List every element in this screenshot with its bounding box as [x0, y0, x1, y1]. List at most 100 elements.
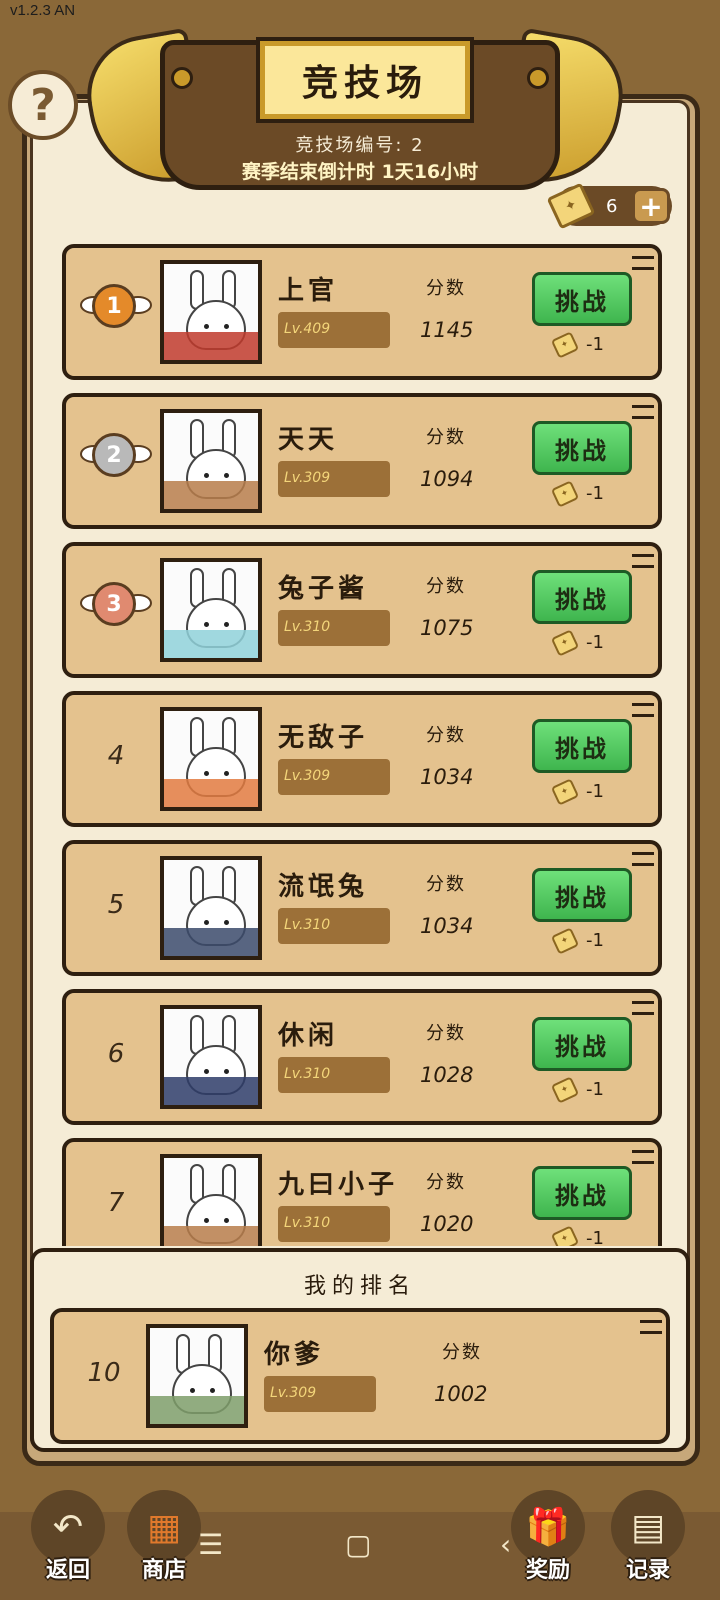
- score-label: 分数: [426, 874, 466, 895]
- ranking-card: 7 九曰小子 Lv.310 分数 1020 挑战 ✦ -1: [62, 1138, 662, 1246]
- player-avatar[interactable]: [160, 856, 262, 960]
- ranking-list[interactable]: 1 上官 Lv.409 分数 1145 挑战 ✦ -1 2 天天 Lv.309 …: [0, 236, 720, 1246]
- challenge-button[interactable]: 挑战: [532, 868, 632, 922]
- player-level: Lv.310: [278, 610, 390, 646]
- back-label: 返回: [45, 1558, 90, 1583]
- player-avatar[interactable]: [160, 409, 262, 513]
- cost-value: -1: [586, 483, 604, 504]
- avatar-costume: [164, 1077, 258, 1105]
- bunny-eye-icon: [204, 622, 209, 627]
- challenge-cost: ✦ -1: [550, 1075, 604, 1104]
- ranking-card: 1 上官 Lv.409 分数 1145 挑战 ✦ -1: [62, 244, 662, 380]
- arena-number: 竞技场编号: 2: [295, 135, 425, 156]
- add-ticket-button[interactable]: +: [632, 188, 670, 224]
- bunny-eye-icon: [204, 324, 209, 329]
- bunny-eye-icon: [190, 1388, 195, 1393]
- page-title: 竞技场: [256, 37, 474, 123]
- system-home-icon[interactable]: ▢: [345, 1528, 371, 1561]
- help-button[interactable]: ?: [8, 70, 78, 140]
- card-fold-decoration: [640, 1320, 662, 1334]
- challenge-button[interactable]: 挑战: [532, 1166, 632, 1220]
- my-avatar: [146, 1324, 248, 1428]
- bolt-icon: [171, 67, 193, 89]
- player-name: 休闲: [278, 1021, 339, 1051]
- bunny-eye-icon: [224, 1069, 229, 1074]
- player-level: Lv.310: [278, 1206, 390, 1242]
- ticket-icon: ✦: [550, 628, 580, 657]
- player-name: 上官: [278, 276, 339, 306]
- cost-value: -1: [586, 781, 604, 802]
- challenge-button[interactable]: 挑战: [532, 1017, 632, 1071]
- card-fold-decoration: [632, 1150, 654, 1164]
- challenge-button[interactable]: 挑战: [532, 272, 632, 326]
- avatar-costume: [164, 630, 258, 658]
- player-avatar[interactable]: [160, 1005, 262, 1109]
- bunny-eye-icon: [204, 1218, 209, 1223]
- cost-value: -1: [586, 1228, 604, 1246]
- bunny-eye-icon: [224, 1218, 229, 1223]
- score-value: 1145: [420, 318, 474, 342]
- bunny-eye-icon: [204, 920, 209, 925]
- player-level: Lv.309: [278, 759, 390, 795]
- ranking-card: 3 兔子酱 Lv.310 分数 1075 挑战 ✦ -1: [62, 542, 662, 678]
- challenge-cost: ✦ -1: [550, 479, 604, 508]
- shop-button[interactable]: ▦ 商店: [124, 1490, 204, 1596]
- system-menu-icon[interactable]: ☰: [198, 1528, 223, 1561]
- ranking-card: 4 无敌子 Lv.309 分数 1034 挑战 ✦ -1: [62, 691, 662, 827]
- bunny-eye-icon: [204, 1069, 209, 1074]
- ticket-icon: ✦: [550, 479, 580, 508]
- cost-value: -1: [586, 632, 604, 653]
- rewards-button[interactable]: 🎁 奖励: [508, 1490, 588, 1596]
- player-avatar[interactable]: [160, 1154, 262, 1246]
- avatar-costume: [150, 1396, 244, 1424]
- my-ranking-title: 我的排名: [303, 1274, 416, 1299]
- cost-value: -1: [586, 1079, 604, 1100]
- score-value: 1020: [420, 1212, 474, 1236]
- score-value: 1075: [420, 616, 474, 640]
- avatar-costume: [164, 1226, 258, 1246]
- challenge-button[interactable]: 挑战: [532, 570, 632, 624]
- bunny-eye-icon: [224, 771, 229, 776]
- my-player-name: 你爹: [264, 1340, 325, 1370]
- records-label: 记录: [625, 1558, 670, 1583]
- score-value: 1028: [420, 1063, 474, 1087]
- avatar-costume: [164, 481, 258, 509]
- records-button[interactable]: ▤ 记录: [608, 1490, 688, 1596]
- player-name: 天天: [278, 425, 339, 455]
- player-avatar[interactable]: [160, 707, 262, 811]
- avatar-costume: [164, 332, 258, 360]
- my-score-value: 1002: [434, 1382, 488, 1406]
- bunny-eye-icon: [224, 473, 229, 478]
- player-avatar[interactable]: [160, 260, 262, 364]
- my-level: Lv.309: [264, 1376, 376, 1412]
- ranking-card: 6 休闲 Lv.310 分数 1028 挑战 ✦ -1: [62, 989, 662, 1125]
- ticket-icon: ✦: [550, 330, 580, 359]
- my-ranking-card: 10 你爹 Lv.309 分数 1002: [50, 1308, 670, 1444]
- back-button[interactable]: ↶ 返回: [28, 1490, 108, 1596]
- player-level: Lv.310: [278, 1057, 390, 1093]
- my-rank-number: 10: [87, 1358, 121, 1388]
- bunny-eye-icon: [224, 920, 229, 925]
- my-ranking-panel: 我的排名 10 你爹 Lv.309 分数 1002: [30, 1248, 690, 1452]
- shop-label: 商店: [141, 1558, 186, 1583]
- card-fold-decoration: [632, 405, 654, 419]
- avatar-costume: [164, 779, 258, 807]
- bunny-eye-icon: [204, 771, 209, 776]
- version-label: v1.2.3 AN: [10, 2, 76, 19]
- challenge-button[interactable]: 挑战: [532, 421, 632, 475]
- challenge-button[interactable]: 挑战: [532, 719, 632, 773]
- rank-number: 5: [107, 890, 125, 920]
- rank-number: 7: [107, 1188, 125, 1218]
- score-value: 1094: [420, 467, 474, 491]
- ticket-icon: ✦: [550, 1075, 580, 1104]
- bunny-eye-icon: [204, 473, 209, 478]
- help-icon: ?: [30, 79, 56, 131]
- player-level: Lv.309: [278, 461, 390, 497]
- score-value: 1034: [420, 914, 474, 938]
- avatar-costume: [164, 928, 258, 956]
- player-avatar[interactable]: [160, 558, 262, 662]
- score-label: 分数: [426, 1172, 466, 1193]
- ticket-icon: ✦: [550, 1224, 580, 1246]
- score-value: 1034: [420, 765, 474, 789]
- score-label: 分数: [426, 278, 466, 299]
